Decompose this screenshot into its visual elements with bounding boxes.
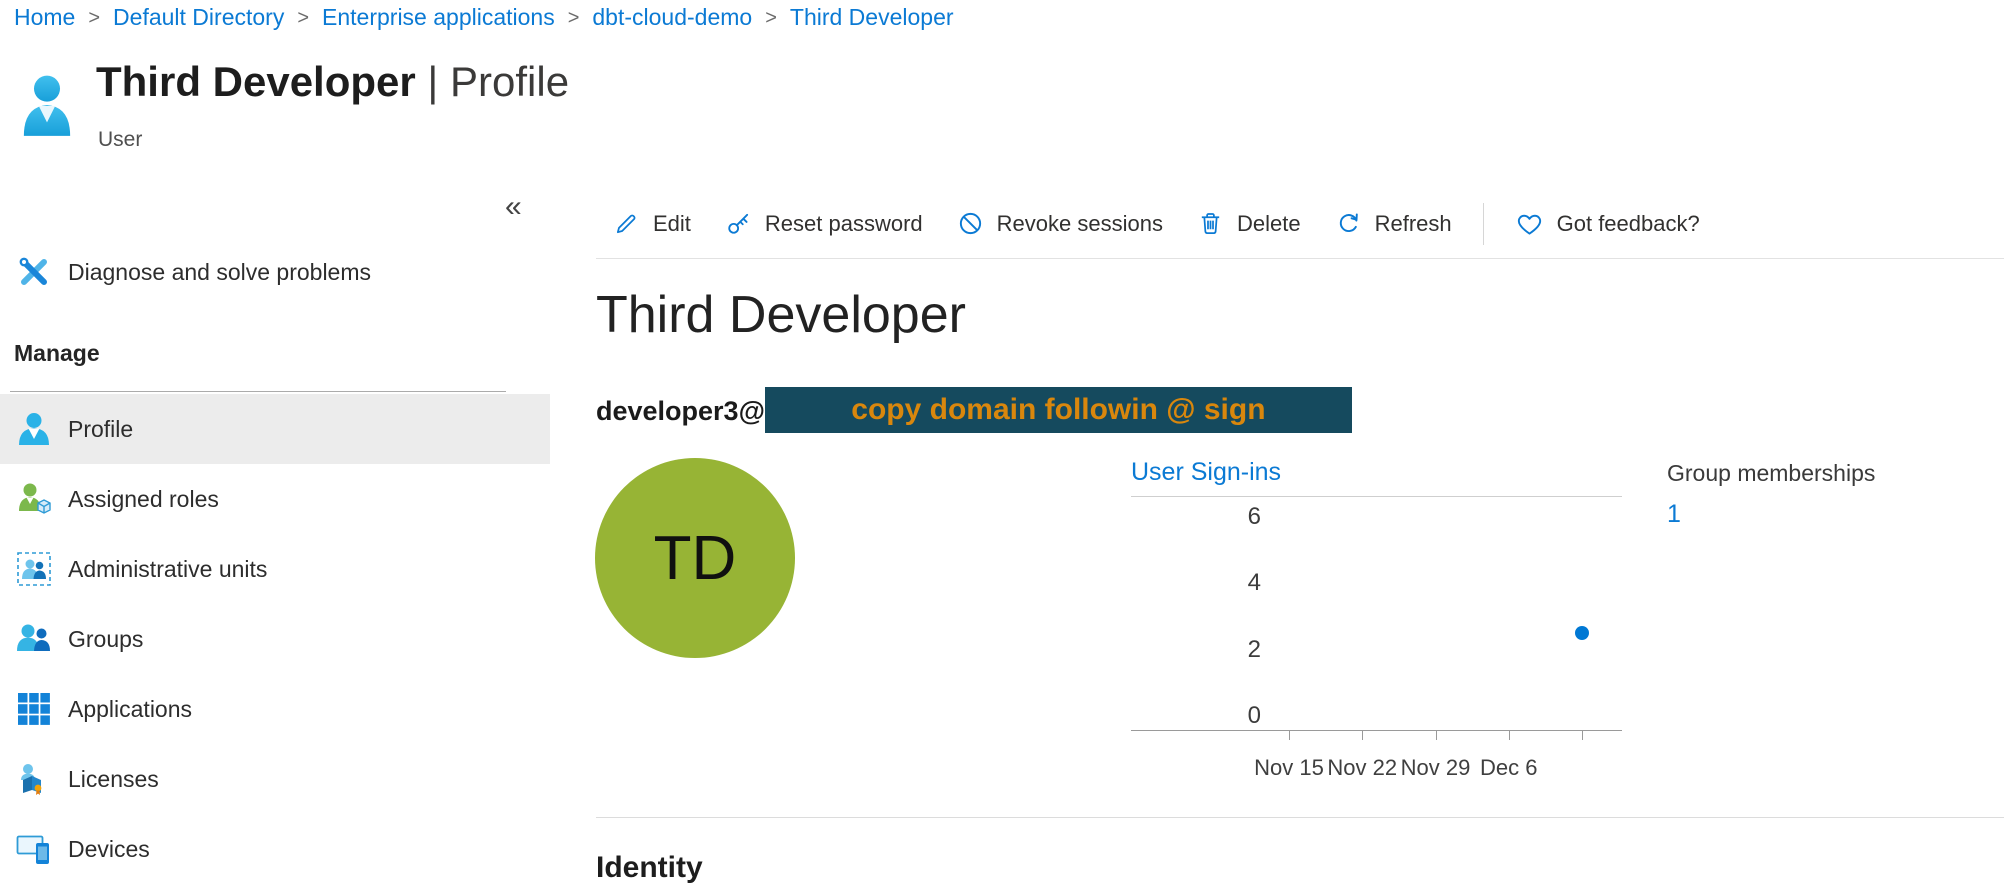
group-memberships-label: Group memberships	[1667, 460, 1875, 487]
breadcrumb-default-directory[interactable]: Default Directory	[113, 4, 284, 31]
avatar: TD	[595, 458, 795, 658]
redaction-overlay: copy domain followin @ sign	[765, 387, 1352, 433]
edit-button[interactable]: Edit	[596, 210, 708, 237]
breadcrumb-home[interactable]: Home	[14, 4, 75, 31]
refresh-icon	[1335, 210, 1362, 237]
chart-title: User Sign-ins	[1131, 458, 1622, 497]
got-feedback-button[interactable]: Got feedback?	[1498, 210, 1717, 237]
sidebar-item-assigned-roles[interactable]: Assigned roles	[0, 464, 550, 534]
page-title-suffix: Profile	[450, 58, 569, 105]
groups-icon	[16, 621, 52, 657]
administrative-units-icon	[16, 552, 52, 586]
page-title-name: Third Developer	[96, 58, 416, 105]
identity-section-heading: Identity	[596, 851, 703, 885]
sidebar-item-label: Licenses	[68, 766, 159, 793]
assigned-roles-icon	[16, 481, 52, 517]
key-icon	[725, 210, 752, 237]
user-display-name-heading: Third Developer	[596, 285, 966, 345]
user-avatar-icon	[20, 74, 74, 138]
sidebar-item-administrative-units[interactable]: Administrative units	[0, 534, 550, 604]
chart-x-tick-label: Dec 6	[1480, 755, 1537, 781]
page-title: Third Developer | Profile	[96, 58, 569, 106]
chart-tick-mark	[1582, 731, 1583, 740]
upn-prefix: developer3@	[596, 393, 765, 427]
chevron-right-icon: >	[765, 5, 777, 30]
group-memberships: Group memberships 1	[1667, 460, 1875, 529]
chevron-right-icon: >	[568, 5, 580, 30]
sidebar-item-label: Profile	[68, 416, 133, 443]
heart-icon	[1515, 210, 1544, 237]
toolbar-separator	[1483, 203, 1484, 245]
sidebar-item-label: Groups	[68, 626, 143, 653]
sidebar-item-label: Administrative units	[68, 556, 267, 583]
user-sign-ins-chart: User Sign-ins 6 4 2 0 Nov 15Nov 22Nov 29 Dec …	[1131, 458, 1622, 797]
chart-y-tick-label: 2	[1131, 637, 1261, 663]
toolbar-button-label: Got feedback?	[1557, 211, 1700, 237]
chart-x-tick-label: Nov 15	[1254, 755, 1324, 781]
breadcrumb-enterprise-applications[interactable]: Enterprise applications	[322, 4, 555, 31]
delete-button[interactable]: Delete	[1180, 210, 1318, 237]
sidebar-item-groups[interactable]: Groups	[0, 604, 550, 674]
edit-pencil-icon	[613, 210, 640, 237]
sidebar-item-label: Devices	[68, 836, 150, 863]
page-title-separator: |	[427, 58, 438, 105]
revoke-sessions-button[interactable]: Revoke sessions	[940, 210, 1180, 237]
profile-person-icon	[16, 411, 52, 447]
chart-x-tick-label: Nov 22	[1327, 755, 1397, 781]
chart-data-point	[1575, 626, 1589, 640]
chart-plot: 6 4 2 0 Nov 15Nov 22Nov 29 Dec 6	[1131, 497, 1622, 797]
trash-icon	[1197, 210, 1224, 237]
toolbar-button-label: Reset password	[765, 211, 923, 237]
sidebar-nav: Profile Assigned roles Administrative un…	[0, 394, 550, 884]
chevron-right-icon: >	[297, 5, 309, 30]
page-subtitle: User	[98, 128, 142, 152]
licenses-icon	[16, 762, 52, 796]
chart-tick-mark	[1436, 731, 1437, 740]
sidebar-item-profile[interactable]: Profile	[0, 394, 550, 464]
chart-x-tick-label: Nov 29	[1401, 755, 1471, 781]
chart-tick-mark	[1289, 731, 1290, 740]
sidebar-divider	[10, 391, 506, 392]
group-memberships-count-link[interactable]: 1	[1667, 500, 1875, 529]
user-principal-name: developer3@ copy domain followin @ sign	[596, 387, 1352, 433]
sidebar-item-label: Assigned roles	[68, 486, 219, 513]
chart-y-tick-label: 0	[1131, 703, 1261, 729]
sidebar-item-licenses[interactable]: Licenses	[0, 744, 550, 814]
sidebar-item-applications[interactable]: Applications	[0, 674, 550, 744]
sidebar-item-label: Diagnose and solve problems	[68, 259, 371, 286]
toolbar-button-label: Edit	[653, 211, 691, 237]
applications-grid-icon	[16, 692, 52, 726]
revoke-icon	[957, 210, 984, 237]
refresh-button[interactable]: Refresh	[1318, 210, 1469, 237]
sidebar-item-devices[interactable]: Devices	[0, 814, 550, 884]
sidebar-collapse-button[interactable]: «	[505, 192, 522, 222]
chart-y-tick-label: 6	[1131, 504, 1261, 530]
toolbar-button-label: Revoke sessions	[997, 211, 1163, 237]
breadcrumb-dbt-cloud-demo[interactable]: dbt-cloud-demo	[592, 4, 752, 31]
chart-tick-mark	[1362, 731, 1363, 740]
sidebar-section-manage: Manage	[14, 340, 100, 367]
toolbar-button-label: Delete	[1237, 211, 1301, 237]
chevron-right-icon: >	[88, 5, 100, 30]
sidebar-item-label: Applications	[68, 696, 192, 723]
reset-password-button[interactable]: Reset password	[708, 210, 940, 237]
section-divider	[596, 817, 2004, 818]
sidebar-item-diagnose[interactable]: Diagnose and solve problems	[0, 250, 566, 294]
diagnose-icon	[16, 255, 52, 289]
chart-x-axis	[1131, 730, 1622, 731]
chart-y-tick-label: 4	[1131, 570, 1261, 596]
devices-icon	[16, 831, 52, 867]
chart-tick-mark	[1509, 731, 1510, 740]
breadcrumb: Home > Default Directory > Enterprise ap…	[14, 4, 954, 31]
breadcrumb-third-developer[interactable]: Third Developer	[790, 4, 954, 31]
command-toolbar: Edit Reset password Revoke sessions Dele…	[596, 189, 2004, 259]
toolbar-button-label: Refresh	[1375, 211, 1452, 237]
